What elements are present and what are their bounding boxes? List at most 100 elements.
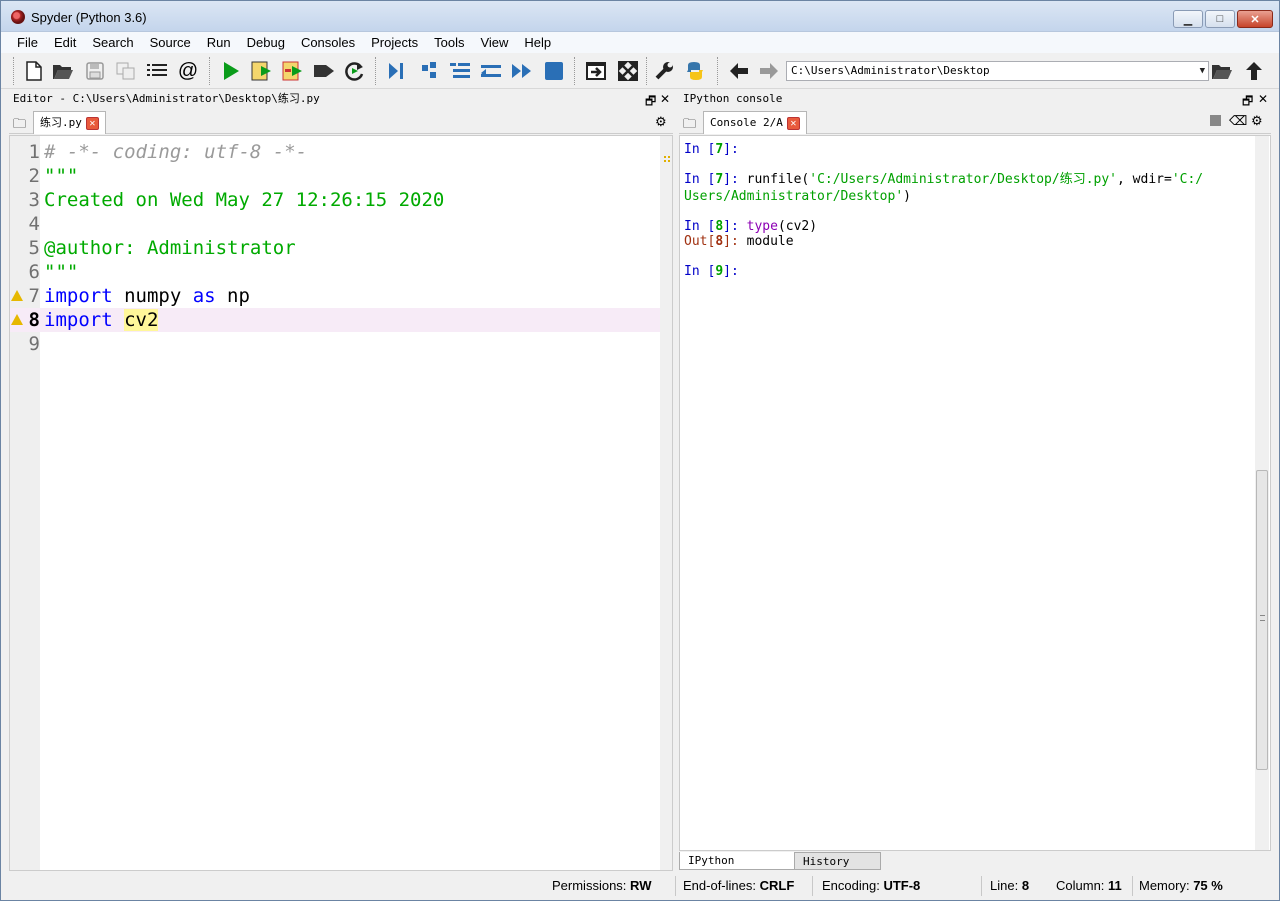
status-permissions: Permissions: RW (552, 878, 652, 893)
status-encoding: Encoding: UTF-8 (822, 878, 921, 893)
line-number: 8 (28, 309, 40, 331)
run-cell-icon[interactable] (250, 60, 274, 82)
editor-tab[interactable]: 练习.py ✕ (33, 111, 106, 134)
working-directory-combo[interactable]: C:\Users\Administrator\Desktop ▼ (786, 61, 1209, 81)
browse-tabs-icon[interactable]: 🗀 (13, 115, 26, 137)
continue-icon[interactable] (510, 60, 534, 82)
editor-tabbar: 🗀 练习.py ✕ ⚙ (9, 110, 673, 134)
close-pane-icon[interactable]: ✕ (660, 92, 670, 106)
console-pane-title: IPython console (683, 92, 783, 105)
highlighted-identifier: cv2 (124, 309, 159, 331)
menu-consoles[interactable]: Consoles (293, 35, 363, 50)
line-number: 4 (28, 213, 40, 235)
maximize-pane-icon[interactable] (584, 60, 608, 82)
code-text: import cv2 (44, 308, 159, 332)
menu-edit[interactable]: Edit (46, 35, 84, 50)
console-tab[interactable]: Console 2/A ✕ (703, 111, 807, 134)
code-text: Created on Wed May 27 12:26:15 2020 (44, 189, 445, 211)
console-output-line: Out[8]: module (684, 234, 794, 249)
toolbar-separator (13, 57, 15, 85)
wrench-icon[interactable] (652, 60, 676, 82)
menu-source[interactable]: Source (142, 35, 199, 50)
code-line: 9 (10, 332, 660, 356)
step-return-icon[interactable] (479, 60, 503, 82)
code-editor[interactable]: 1 # -*- coding: utf-8 -*- 2 """ 3 Create… (9, 135, 673, 871)
keyword: import (44, 309, 113, 331)
close-button[interactable]: ✕ (1237, 10, 1273, 28)
working-directory-value: C:\Users\Administrator\Desktop (791, 64, 990, 77)
debug-icon[interactable] (385, 60, 409, 82)
status-column: Column: 11 (1056, 878, 1122, 893)
step-into-icon[interactable] (448, 60, 472, 82)
forward-icon[interactable] (757, 60, 781, 82)
menu-search[interactable]: Search (84, 35, 141, 50)
menu-debug[interactable]: Debug (239, 35, 293, 50)
keyword: import (44, 285, 113, 307)
fullscreen-icon[interactable] (616, 60, 640, 82)
keyword: as (192, 285, 216, 307)
open-file-icon[interactable] (51, 60, 75, 82)
save-all-icon[interactable] (114, 60, 138, 82)
line-number: 3 (28, 189, 40, 211)
close-pane-icon[interactable]: ✕ (1258, 92, 1268, 106)
line-number: 6 (28, 261, 40, 283)
editor-scrollbar[interactable] (660, 136, 672, 870)
code-line: 6 """ (10, 260, 660, 284)
spyder-logo-icon (11, 10, 25, 24)
ipython-console[interactable]: In [7]: In [7]: runfile('C:/Users/Admini… (679, 135, 1271, 851)
menu-tools[interactable]: Tools (426, 35, 472, 50)
line-number: 1 (28, 141, 40, 163)
menu-help[interactable]: Help (516, 35, 559, 50)
code-line: 7 import numpy as np (10, 284, 660, 308)
menu-file[interactable]: File (9, 35, 46, 50)
line-number: 2 (28, 165, 40, 187)
tab-history-log[interactable]: History log (794, 852, 881, 885)
code-line: 2 """ (10, 164, 660, 188)
run-cell-advance-icon[interactable] (281, 60, 305, 82)
run-selection-icon[interactable] (312, 60, 336, 82)
outline-icon[interactable] (145, 60, 169, 82)
identifier: numpy (112, 285, 193, 307)
save-icon[interactable] (83, 60, 107, 82)
maximize-button[interactable]: □ (1205, 10, 1235, 28)
browse-directory-icon[interactable] (1210, 60, 1234, 82)
menu-projects[interactable]: Projects (363, 35, 426, 50)
console-scrollbar[interactable] (1255, 136, 1269, 850)
close-tab-icon[interactable]: ✕ (85, 116, 99, 130)
minimize-button[interactable]: ▁ (1173, 10, 1203, 28)
at-sign-icon[interactable]: @ (176, 60, 200, 82)
browse-tabs-icon[interactable]: 🗀 (683, 115, 696, 137)
scrollbar-thumb[interactable] (1256, 470, 1268, 770)
scroll-marker (664, 156, 670, 162)
tab-ipython-console[interactable]: IPython console (679, 852, 795, 884)
menu-run[interactable]: Run (199, 35, 239, 50)
toolbar-separator (375, 57, 377, 85)
console-prompt: In [9]: (684, 264, 739, 279)
chevron-down-icon[interactable]: ▼ (1200, 62, 1205, 80)
gear-icon[interactable]: ⚙ (1251, 113, 1263, 129)
new-file-icon[interactable] (22, 60, 46, 82)
close-tab-icon[interactable]: ✕ (786, 116, 800, 130)
current-code-line: 8 import cv2 (10, 308, 660, 332)
python-icon[interactable] (683, 60, 707, 82)
parent-directory-icon[interactable] (1242, 60, 1266, 82)
code-text: # -*- coding: utf-8 -*- (44, 141, 308, 163)
rerun-icon[interactable] (343, 60, 367, 82)
console-input-line: In [7]: runfile('C:/Users/Administrator/… (684, 172, 1204, 187)
step-icon[interactable] (417, 60, 441, 82)
stop-debug-icon[interactable] (542, 60, 566, 82)
gear-icon[interactable]: ⚙ (655, 114, 667, 130)
code-text: """ (44, 165, 79, 187)
run-icon[interactable] (219, 60, 243, 82)
eraser-icon[interactable]: ⌫ (1229, 113, 1247, 129)
status-memory: Memory: 75 % (1139, 878, 1223, 893)
menu-view[interactable]: View (472, 35, 516, 50)
toolbar-separator (717, 57, 719, 85)
status-bar: Permissions: RW End-of-lines: CRLF Encod… (1, 873, 1279, 900)
back-icon[interactable] (727, 60, 751, 82)
title-bar: Spyder (Python 3.6) ▁ □ ✕ (1, 1, 1279, 32)
stop-icon[interactable] (1210, 115, 1221, 126)
spyder-window: Spyder (Python 3.6) ▁ □ ✕ File Edit Sear… (0, 0, 1280, 901)
console-input-continuation: Users/Administrator/Desktop') (684, 189, 911, 204)
menu-bar: File Edit Search Source Run Debug Consol… (1, 32, 1279, 53)
